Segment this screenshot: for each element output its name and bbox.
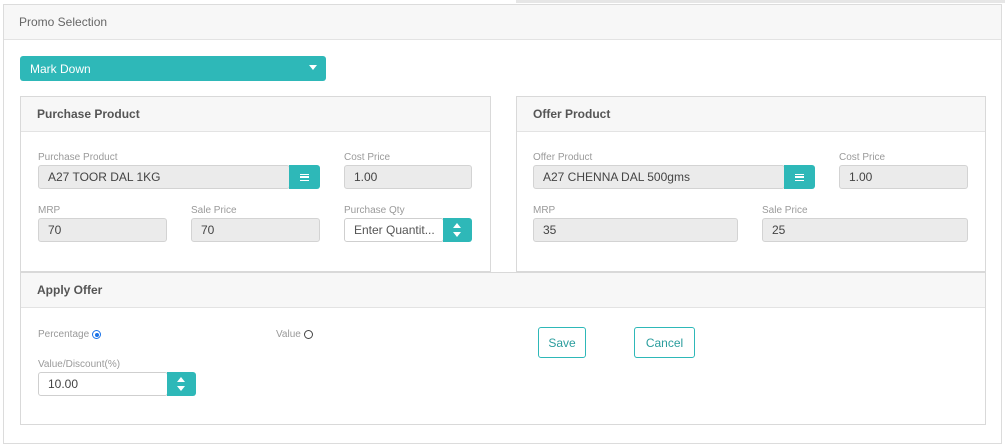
offer-mrp-field: 35 <box>533 218 738 242</box>
cancel-button[interactable]: Cancel <box>634 327 695 358</box>
purchase-mrp-label: MRP <box>38 205 61 216</box>
offer-product-title: Offer Product <box>533 107 611 121</box>
purchase-sale-label: Sale Price <box>191 205 237 216</box>
purchase-product-field[interactable]: A27 TOOR DAL 1KG <box>38 165 290 189</box>
purchase-mrp-field: 70 <box>38 218 167 242</box>
offer-sale-field: 25 <box>762 218 968 242</box>
menu-icon <box>300 173 309 181</box>
offer-sale-label: Sale Price <box>762 205 808 216</box>
apply-offer-header: Apply Offer <box>21 273 985 308</box>
value-radio[interactable] <box>303 330 313 339</box>
offer-mrp-label: MRP <box>533 205 556 216</box>
percentage-label: Percentage <box>38 329 90 340</box>
promo-selection-card: Promo Selection Mark Down Purchase Produ… <box>3 4 1002 444</box>
percentage-option[interactable]: Percentage <box>38 329 102 340</box>
promo-selection-header: Promo Selection <box>4 5 1001 40</box>
offer-cost-field: 1.00 <box>839 165 968 189</box>
offer-product-label: Offer Product <box>533 152 593 163</box>
purchase-sale-field: 70 <box>191 218 320 242</box>
percentage-radio[interactable] <box>92 330 102 339</box>
promo-type-selected: Mark Down <box>30 61 91 76</box>
purchase-cost-label: Cost Price <box>344 152 391 163</box>
purchase-qty-input[interactable] <box>344 218 444 242</box>
offer-product-list-button[interactable] <box>784 165 815 189</box>
offer-product-field[interactable]: A27 CHENNA DAL 500gms <box>533 165 785 189</box>
offer-cost-label: Cost Price <box>839 152 886 163</box>
purchase-qty-label: Purchase Qty <box>344 205 405 216</box>
promo-selection-title: Promo Selection <box>19 15 108 29</box>
discount-label: Value/Discount(%) <box>38 359 121 370</box>
save-button[interactable]: Save <box>538 327 586 358</box>
apply-offer-panel: Apply Offer Percentage Value Value/Disco… <box>20 272 986 425</box>
purchase-product-header: Purchase Product <box>21 97 490 132</box>
menu-icon <box>795 173 804 181</box>
promo-type-dropdown[interactable]: Mark Down <box>20 56 326 81</box>
stepper-down-icon[interactable] <box>177 386 185 391</box>
top-strip <box>516 0 1005 3</box>
purchase-product-panel: Purchase Product Purchase Product A27 TO… <box>20 96 491 272</box>
purchase-product-list-button[interactable] <box>289 165 320 189</box>
caret-down-icon <box>309 65 317 70</box>
offer-product-header: Offer Product <box>517 97 985 132</box>
offer-product-panel: Offer Product Offer Product A27 CHENNA D… <box>516 96 986 272</box>
value-label: Value <box>276 329 301 340</box>
discount-input[interactable] <box>38 372 168 396</box>
stepper-down-icon[interactable] <box>453 232 461 237</box>
value-option[interactable]: Value <box>276 329 313 340</box>
purchase-product-title: Purchase Product <box>37 107 140 121</box>
stepper-up-icon[interactable] <box>177 377 185 382</box>
discount-stepper[interactable] <box>167 372 196 396</box>
stepper-up-icon[interactable] <box>453 223 461 228</box>
purchase-cost-field: 1.00 <box>344 165 472 189</box>
apply-offer-title: Apply Offer <box>37 283 103 297</box>
purchase-qty-stepper[interactable] <box>443 218 472 242</box>
purchase-product-label: Purchase Product <box>38 152 118 163</box>
